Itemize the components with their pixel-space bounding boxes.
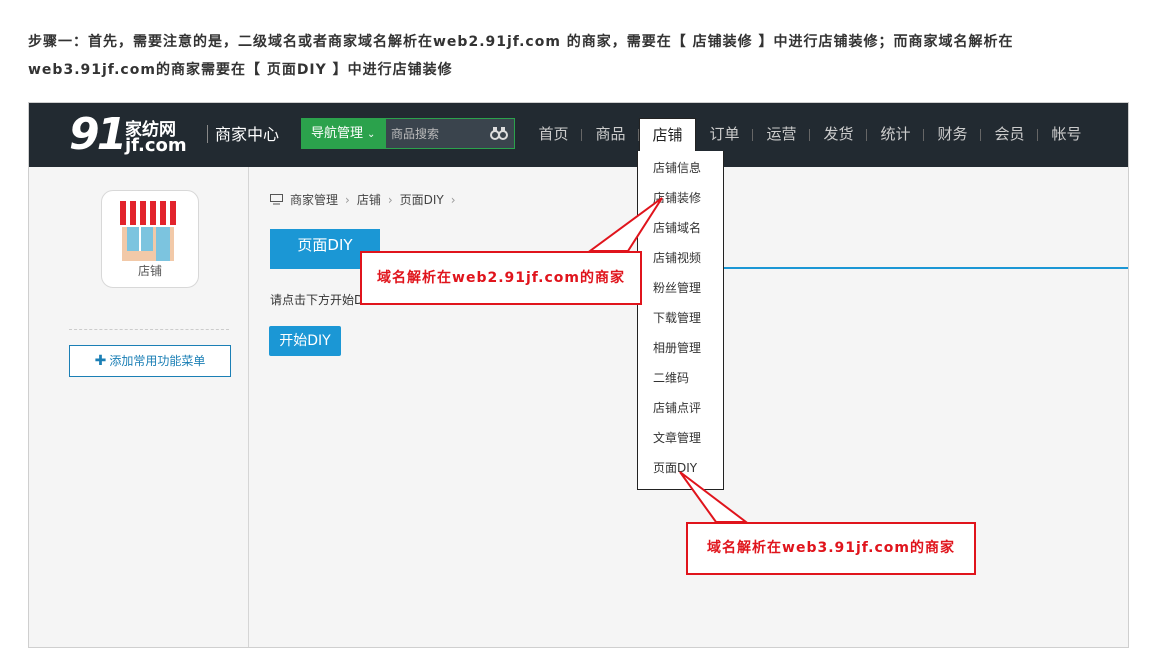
dropdown-item-shop-decoration[interactable]: 店铺装修 (638, 183, 723, 213)
logo-domain: jf.com (125, 135, 187, 156)
dropdown-item-fans[interactable]: 粉丝管理 (638, 273, 723, 303)
logo-divider (207, 125, 208, 143)
chevron-down-icon: ⌄ (367, 129, 376, 140)
main-menu: 首页 商品 店铺 订单 运营 发货 统计 财务 会员 帐号 (525, 103, 1095, 167)
instruction-line-1: 步骤一：首先，需要注意的是，二级域名或者商家域名解析在web2.91jf.com… (28, 34, 1014, 50)
menu-members[interactable]: 会员 (981, 103, 1038, 167)
logo-number: 91 (69, 109, 127, 160)
diy-hint-text: 请点击下方开始D (270, 293, 364, 307)
add-common-menu-label: 添加常用功能菜单 (109, 354, 206, 368)
site-logo[interactable]: 91 家纺网 jf.com (69, 111, 199, 159)
menu-account[interactable]: 帐号 (1038, 103, 1095, 167)
menu-statistics[interactable]: 统计 (867, 103, 924, 167)
breadcrumb: 商家管理 › 店铺 › 页面DIY › (270, 191, 463, 208)
dropdown-item-shop-video[interactable]: 店铺视频 (638, 243, 723, 273)
dropdown-item-page-diy[interactable]: 页面DIY (638, 453, 723, 483)
add-common-menu-button[interactable]: ✚ 添加常用功能菜单 (69, 345, 231, 377)
breadcrumb-merchant[interactable]: 商家管理 (290, 191, 338, 208)
dropdown-item-qrcode[interactable]: 二维码 (638, 363, 723, 393)
chevron-right-icon: › (345, 192, 350, 207)
merchant-center-title: 商家中心 (215, 125, 280, 144)
dropdown-item-downloads[interactable]: 下载管理 (638, 303, 723, 333)
menu-home[interactable]: 首页 (525, 103, 582, 167)
shop-app-tile[interactable]: 店铺 (101, 190, 199, 288)
chevron-right-icon: › (450, 192, 456, 207)
menu-operations[interactable]: 运营 (753, 103, 810, 167)
start-diy-button[interactable]: 开始DIY (269, 326, 341, 356)
breadcrumb-shop[interactable]: 店铺 (357, 191, 381, 208)
callout-web3: 域名解析在web3.91jf.com的商家 (686, 522, 976, 575)
dropdown-item-reviews[interactable]: 店铺点评 (638, 393, 723, 423)
sidebar-divider (69, 329, 229, 330)
search-input[interactable] (386, 119, 486, 148)
nav-manage-label: 导航管理 (311, 126, 364, 141)
left-sidebar: 店铺 ✚ 添加常用功能菜单 (29, 167, 249, 647)
monitor-icon (270, 194, 283, 205)
instruction-line-2: web3.91jf.com的商家需要在【 页面DIY 】中进行店铺装修 (28, 62, 453, 78)
nav-manage-button[interactable]: 导航管理 ⌄ (301, 118, 385, 149)
chevron-right-icon: › (387, 192, 393, 207)
dropdown-item-albums[interactable]: 相册管理 (638, 333, 723, 363)
breadcrumb-page-diy: 页面DIY (399, 193, 444, 207)
dropdown-item-articles[interactable]: 文章管理 (638, 423, 723, 453)
binoculars-icon[interactable] (490, 125, 508, 141)
menu-goods[interactable]: 商品 (582, 103, 639, 167)
menu-finance[interactable]: 财务 (924, 103, 981, 167)
instruction-text: 步骤一：首先，需要注意的是，二级域名或者商家域名解析在web2.91jf.com… (28, 28, 1138, 84)
top-navigation-bar: 91 家纺网 jf.com 商家中心 导航管理⌄ 首页 商品 店铺 订单 运营 … (29, 103, 1128, 167)
menu-shipping[interactable]: 发货 (810, 103, 867, 167)
menu-shop[interactable]: 店铺 (639, 118, 696, 151)
dropdown-item-shop-domain[interactable]: 店铺域名 (638, 213, 723, 243)
shop-tile-label: 店铺 (137, 264, 162, 278)
product-search-box (385, 118, 515, 149)
shop-dropdown-menu: 店铺信息 店铺装修 店铺域名 店铺视频 粉丝管理 下载管理 相册管理 二维码 店… (637, 151, 724, 490)
plus-icon: ✚ (94, 353, 107, 369)
dropdown-item-shop-info[interactable]: 店铺信息 (638, 153, 723, 183)
storefront-icon (120, 201, 176, 261)
callout-web2: 域名解析在web2.91jf.com的商家 (360, 251, 642, 305)
